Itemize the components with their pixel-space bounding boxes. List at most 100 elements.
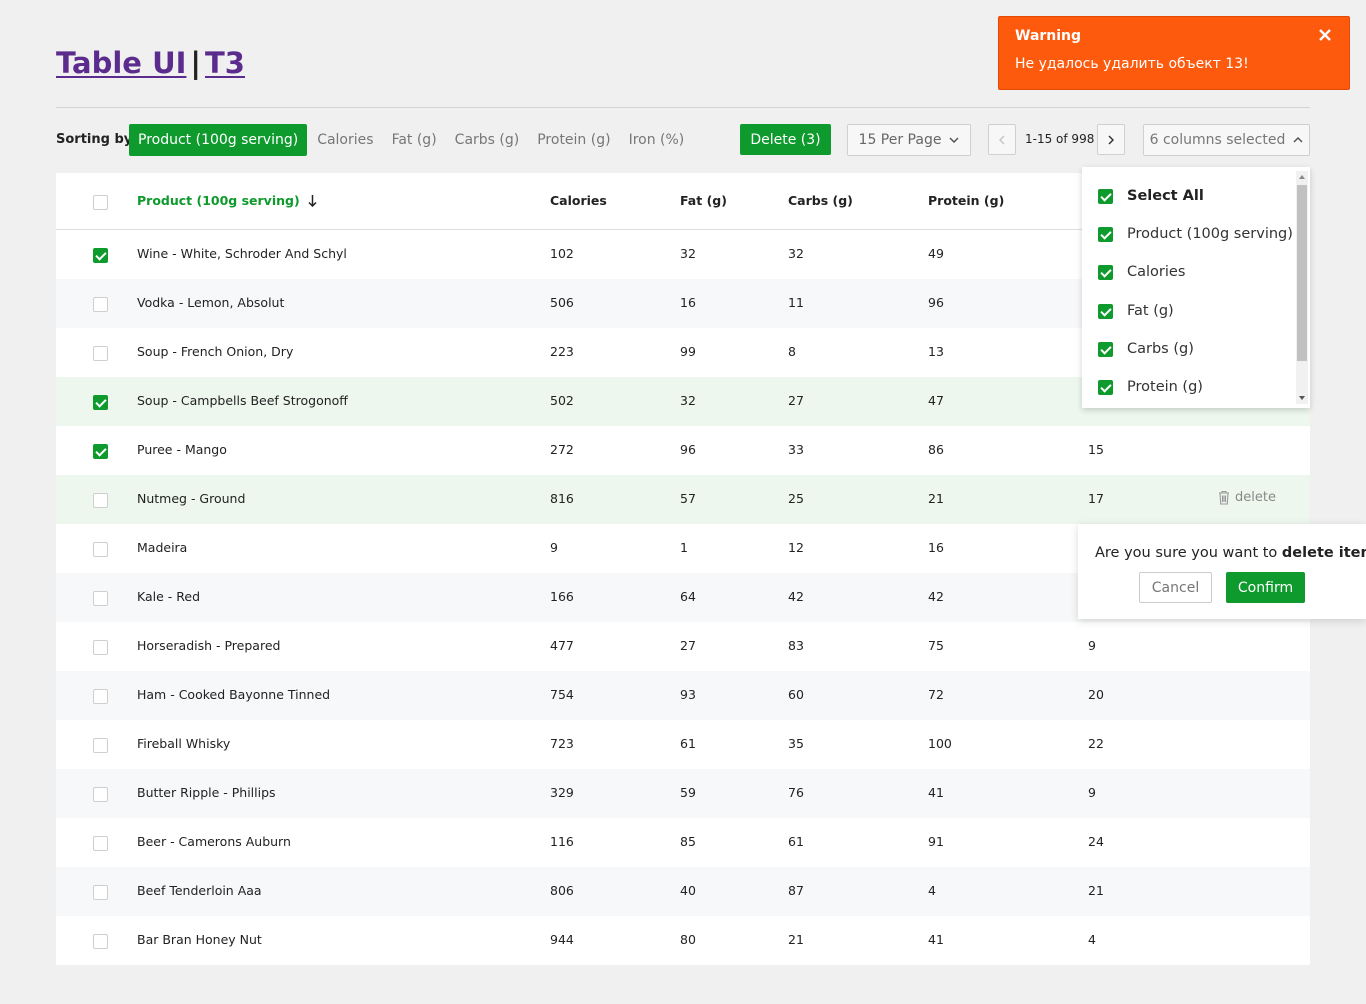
per-page-label: 15 Per Page	[858, 132, 942, 148]
cell-calories: 816	[550, 491, 574, 506]
sort-option-fat[interactable]: Fat (g)	[383, 124, 446, 156]
columns-dropdown: Select All Product (100g serving) Calori…	[1082, 167, 1310, 408]
cell-product: Vodka - Lemon, Absolut	[137, 295, 285, 310]
cell-carbs: 42	[788, 589, 804, 604]
cell-calories: 723	[550, 736, 574, 751]
cell-protein: 13	[928, 344, 944, 359]
row-checkbox[interactable]	[93, 542, 108, 557]
row-checkbox[interactable]	[93, 248, 108, 263]
cancel-button[interactable]: Cancel	[1139, 572, 1212, 603]
prev-page-button[interactable]	[988, 124, 1016, 155]
cell-fat: 1	[680, 540, 688, 555]
dropdown-scrollbar[interactable]	[1296, 171, 1308, 404]
column-option-label: Calories	[1127, 264, 1186, 280]
columns-select[interactable]: 6 columns selected	[1143, 124, 1310, 156]
scroll-up-icon[interactable]	[1299, 175, 1305, 179]
chevron-down-icon	[949, 137, 959, 143]
cell-iron: 9	[1088, 785, 1096, 800]
cell-fat: 61	[680, 736, 696, 751]
table-row[interactable]: Fireball Whisky 723 61 35 100 22	[56, 720, 1310, 769]
row-delete-button[interactable]: delete	[1218, 490, 1276, 505]
column-header-protein[interactable]: Protein (g)	[928, 193, 1004, 208]
chevron-left-icon	[999, 134, 1005, 145]
row-checkbox[interactable]	[93, 787, 108, 802]
cell-product: Butter Ripple - Phillips	[137, 785, 276, 800]
table-row[interactable]: Butter Ripple - Phillips 329 59 76 41 9	[56, 769, 1310, 818]
cell-protein: 41	[928, 932, 944, 947]
chevron-up-icon	[1293, 137, 1303, 143]
column-header-product[interactable]: Product (100g serving)	[137, 193, 317, 208]
cell-calories: 102	[550, 246, 574, 261]
delete-selected-button[interactable]: Delete (3)	[740, 124, 831, 155]
cell-protein: 21	[928, 491, 944, 506]
column-option-protein[interactable]: Protein (g)	[1098, 376, 1203, 398]
select-all-rows-checkbox[interactable]	[93, 195, 108, 210]
table-row[interactable]: Horseradish - Prepared 477 27 83 75 9	[56, 622, 1310, 671]
column-header-calories[interactable]: Calories	[550, 193, 607, 208]
cell-calories: 754	[550, 687, 574, 702]
table-row[interactable]: Ham - Cooked Bayonne Tinned 754 93 60 72 20	[56, 671, 1310, 720]
column-option-product[interactable]: Product (100g serving)	[1098, 223, 1293, 245]
column-option-label: Product (100g serving)	[1127, 226, 1293, 242]
row-checkbox[interactable]	[93, 395, 108, 410]
title-link-t3[interactable]: T3	[205, 46, 245, 80]
row-checkbox[interactable]	[93, 297, 108, 312]
column-header-carbs[interactable]: Carbs (g)	[788, 193, 853, 208]
cell-calories: 223	[550, 344, 574, 359]
cell-protein: 91	[928, 834, 944, 849]
sort-option-carbs[interactable]: Carbs (g)	[446, 124, 529, 156]
row-delete-label: delete	[1235, 490, 1276, 505]
table-row[interactable]: Puree - Mango 272 96 33 86 15	[56, 426, 1310, 475]
header-divider	[56, 107, 1310, 108]
row-checkbox[interactable]	[93, 836, 108, 851]
sort-option-calories[interactable]: Calories	[308, 124, 382, 156]
close-icon[interactable]	[1318, 28, 1332, 42]
sort-option-iron[interactable]: Iron (%)	[620, 124, 694, 156]
page-title: Table UI | T3	[56, 46, 245, 80]
cell-iron: 9	[1088, 638, 1096, 653]
scroll-down-icon[interactable]	[1299, 396, 1305, 400]
cell-product: Fireball Whisky	[137, 736, 231, 751]
column-option-fat[interactable]: Fat (g)	[1098, 300, 1174, 322]
table-row[interactable]: Beer - Camerons Auburn 116 85 61 91 24	[56, 818, 1310, 867]
cell-iron: 17	[1088, 491, 1104, 506]
column-checkbox	[1098, 264, 1113, 280]
column-option-carbs[interactable]: Carbs (g)	[1098, 338, 1194, 360]
row-checkbox[interactable]	[93, 444, 108, 459]
sort-option-product[interactable]: Product (100g serving)	[129, 124, 308, 156]
columns-select-label: 6 columns selected	[1149, 132, 1286, 148]
cell-protein: 100	[928, 736, 952, 751]
cell-calories: 477	[550, 638, 574, 653]
warning-toast: Warning Не удалось удалить объект 13!	[998, 16, 1350, 90]
next-page-button[interactable]	[1097, 124, 1125, 155]
cell-product: Soup - Campbells Beef Strogonoff	[137, 393, 348, 408]
table-row[interactable]: Beef Tenderloin Aaa 806 40 87 4 21	[56, 867, 1310, 916]
cell-carbs: 83	[788, 638, 804, 653]
row-checkbox[interactable]	[93, 689, 108, 704]
cell-protein: 4	[928, 883, 936, 898]
column-option-select-all[interactable]: Select All	[1098, 185, 1204, 207]
cell-product: Beer - Camerons Auburn	[137, 834, 291, 849]
toast-message: Не удалось удалить объект 13!	[1015, 56, 1249, 72]
cell-fat: 93	[680, 687, 696, 702]
cell-product: Wine - White, Schroder And Schyl	[137, 246, 347, 261]
row-checkbox[interactable]	[93, 591, 108, 606]
cell-protein: 72	[928, 687, 944, 702]
column-header-fat[interactable]: Fat (g)	[680, 193, 727, 208]
row-checkbox[interactable]	[93, 885, 108, 900]
title-link-table-ui[interactable]: Table UI	[56, 46, 186, 80]
row-checkbox[interactable]	[93, 640, 108, 655]
table-row[interactable]: Bar Bran Honey Nut 944 80 21 41 4	[56, 916, 1310, 965]
table-row[interactable]: Nutmeg - Ground 816 57 25 21 17 delete	[56, 475, 1310, 524]
row-checkbox[interactable]	[93, 738, 108, 753]
per-page-select[interactable]: 15 Per Page	[847, 124, 971, 156]
sort-option-protein[interactable]: Protein (g)	[528, 124, 619, 156]
row-checkbox[interactable]	[93, 346, 108, 361]
cell-carbs: 27	[788, 393, 804, 408]
row-checkbox[interactable]	[93, 493, 108, 508]
cell-protein: 41	[928, 785, 944, 800]
row-checkbox[interactable]	[93, 934, 108, 949]
scrollbar-thumb[interactable]	[1297, 185, 1307, 361]
column-option-calories[interactable]: Calories	[1098, 261, 1185, 283]
confirm-button[interactable]: Confirm	[1226, 572, 1305, 603]
